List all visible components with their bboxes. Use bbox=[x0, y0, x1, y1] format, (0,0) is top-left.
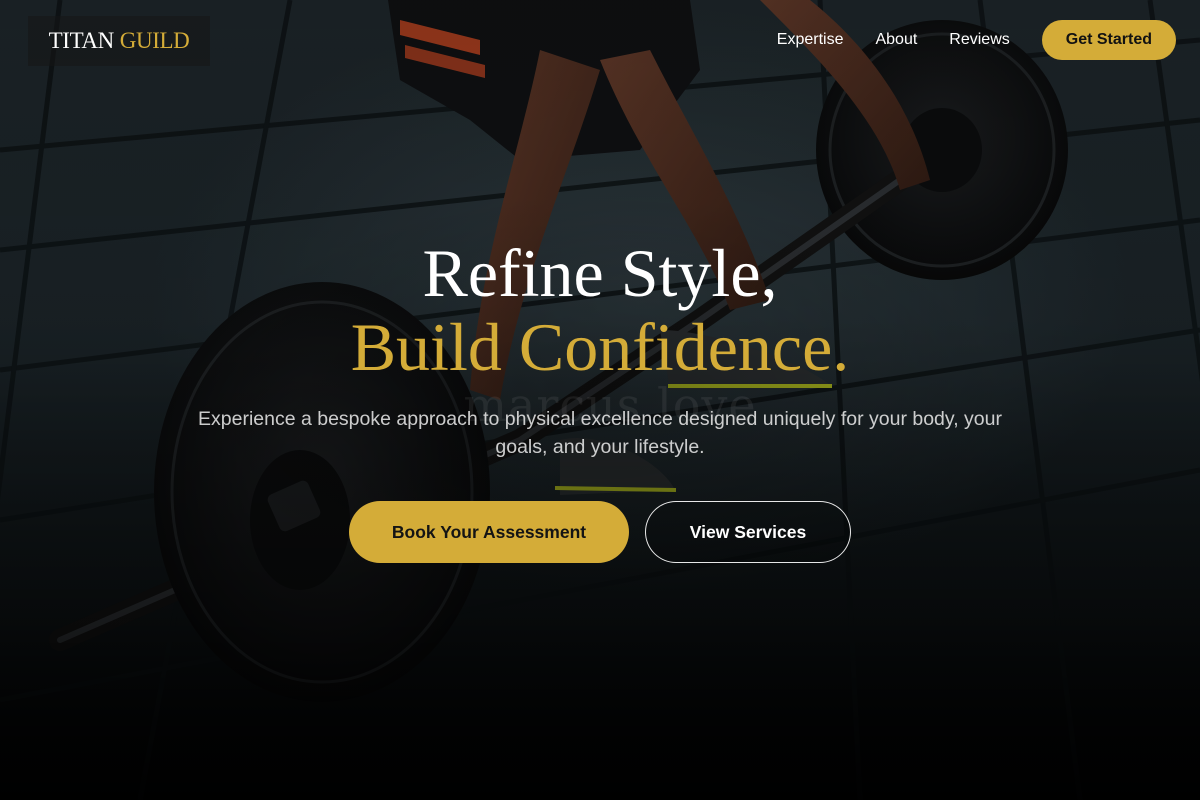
book-assessment-button[interactable]: Book Your Assessment bbox=[349, 501, 629, 563]
hero-headline: Refine Style, Build Confidence. bbox=[0, 236, 1200, 384]
hero-section: marcus love TITAN GUILD Expertise About … bbox=[0, 0, 1200, 800]
nav-link-expertise[interactable]: Expertise bbox=[777, 31, 844, 49]
view-services-button[interactable]: View Services bbox=[645, 501, 851, 563]
top-navigation: TITAN GUILD Expertise About Reviews Get … bbox=[0, 0, 1200, 80]
hero-subtext: Experience a bespoke approach to physica… bbox=[198, 408, 1002, 458]
headline-line-1: Refine Style, bbox=[422, 235, 778, 311]
hero-actions: Book Your Assessment View Services bbox=[0, 501, 1200, 563]
brand-logo[interactable]: TITAN GUILD bbox=[28, 16, 210, 66]
brand-name-primary: TITAN bbox=[48, 28, 115, 53]
get-started-button[interactable]: Get Started bbox=[1041, 20, 1176, 60]
nav-link-about[interactable]: About bbox=[875, 31, 917, 49]
headline-line-2: Build Confidence. bbox=[350, 309, 850, 385]
brand-name-accent: GUILD bbox=[119, 28, 190, 53]
nav-links: Expertise About Reviews Get Started bbox=[777, 20, 1176, 60]
nav-link-reviews[interactable]: Reviews bbox=[949, 31, 1009, 49]
